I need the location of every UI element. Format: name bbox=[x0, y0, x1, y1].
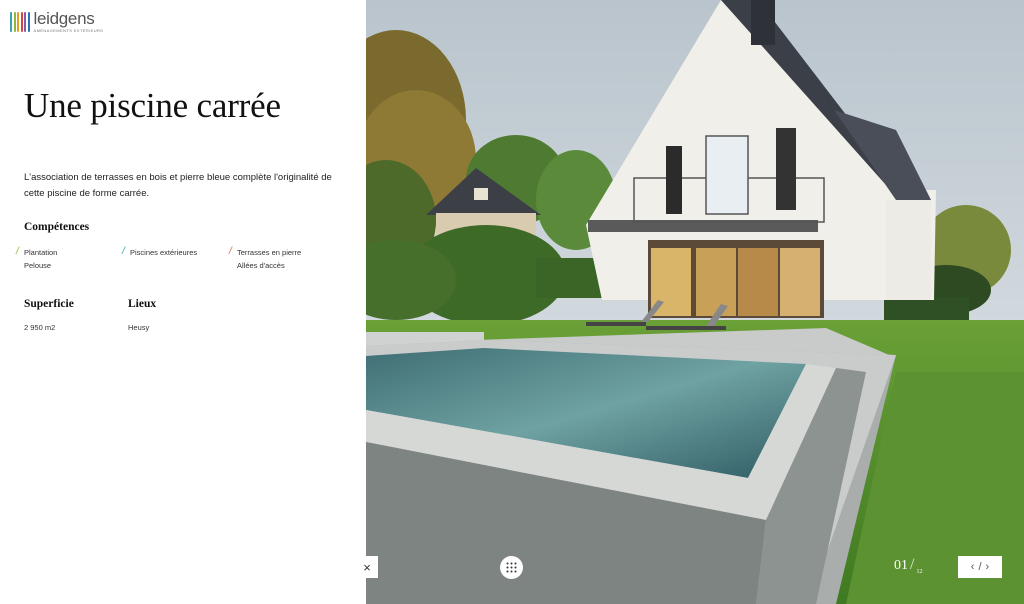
info-panel: leidgens AMÉNAGEMENTS EXTÉRIEURS Une pis… bbox=[0, 0, 366, 604]
nav-separator: / bbox=[978, 561, 982, 573]
skill-item: / Terrasses en pierre Allées d'accès bbox=[229, 246, 302, 272]
logo-bar bbox=[13, 12, 16, 32]
page-title: Une piscine carrée bbox=[24, 86, 281, 125]
slash-icon: / bbox=[122, 246, 125, 257]
slide-total: 12 bbox=[916, 569, 923, 575]
competences-heading: Compétences bbox=[24, 221, 90, 233]
logo-bar bbox=[10, 12, 12, 32]
close-button[interactable]: × bbox=[356, 556, 378, 578]
logo-bars bbox=[10, 12, 30, 32]
logo-tagline: AMÉNAGEMENTS EXTÉRIEURS bbox=[33, 28, 104, 33]
prev-button[interactable]: ‹ bbox=[969, 561, 977, 573]
close-icon: × bbox=[363, 559, 371, 575]
project-photo bbox=[366, 0, 1024, 604]
superficie-heading: Superficie bbox=[24, 298, 74, 310]
slide-current: 01 bbox=[894, 558, 908, 573]
slash-icon: / bbox=[16, 246, 19, 257]
skill-item: / Plantation Pelouse bbox=[16, 246, 58, 272]
skill-label: Piscines extérieures bbox=[130, 248, 198, 257]
house-pool-illustration bbox=[366, 0, 1024, 604]
logo-bar bbox=[20, 12, 23, 32]
lieux-heading: Lieux bbox=[128, 298, 157, 310]
logo-bar bbox=[27, 12, 30, 32]
skill-label: Plantation bbox=[24, 248, 58, 257]
lieux-value: Heusy bbox=[128, 323, 150, 332]
project-description: L'association de terrasses en bois et pi… bbox=[24, 172, 332, 199]
logo-name: leidgens bbox=[33, 9, 95, 28]
skill-label: Terrasses en pierre bbox=[237, 248, 302, 257]
next-button[interactable]: › bbox=[984, 561, 992, 573]
gallery-grid-button[interactable] bbox=[500, 556, 523, 579]
skill-label: Allées d'accès bbox=[237, 261, 285, 270]
logo[interactable]: leidgens AMÉNAGEMENTS EXTÉRIEURS bbox=[10, 10, 103, 34]
slide-separator: / bbox=[910, 556, 915, 573]
logo-bar bbox=[24, 12, 26, 32]
superficie-value: 2 950 m2 bbox=[24, 323, 56, 332]
skill-label: Pelouse bbox=[24, 261, 52, 270]
slide-nav: ‹ / › bbox=[958, 556, 1002, 578]
slide-counter: 01/12 bbox=[894, 556, 922, 575]
slash-icon: / bbox=[229, 246, 232, 257]
logo-bar bbox=[17, 12, 19, 32]
skill-item: / Piscines extérieures bbox=[122, 246, 198, 259]
grid-icon bbox=[506, 562, 517, 573]
